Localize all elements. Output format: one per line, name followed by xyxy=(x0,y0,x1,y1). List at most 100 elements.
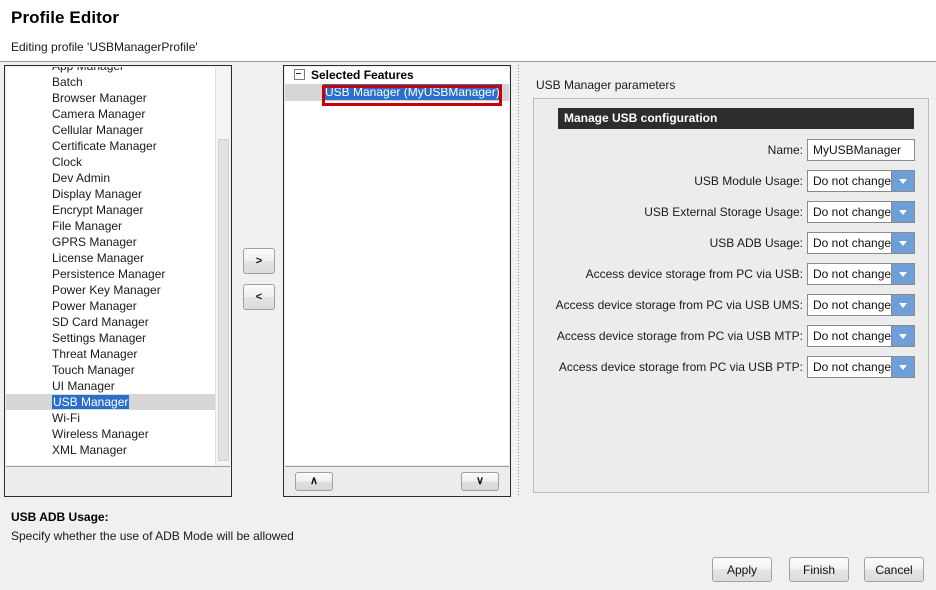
page-subtitle: Editing profile 'USBManagerProfile' xyxy=(11,40,198,54)
list-item-label: SD Card Manager xyxy=(52,315,149,329)
parameter-dropdown[interactable]: Do not change xyxy=(807,201,915,223)
parameter-dropdown-value: Do not change xyxy=(813,298,892,312)
list-item[interactable]: Display Manager xyxy=(6,186,216,202)
parameter-label: Access device storage from PC via USB: xyxy=(585,267,803,281)
list-item[interactable]: App Manager xyxy=(6,67,216,74)
list-item-label: License Manager xyxy=(52,251,145,265)
parameter-row: Name: MyUSBManager xyxy=(534,137,930,168)
list-item-label: Threat Manager xyxy=(52,347,138,361)
available-features-panel-footer xyxy=(6,466,230,495)
move-down-button[interactable]: ∨ xyxy=(461,472,499,491)
chevron-down-icon[interactable] xyxy=(891,295,914,315)
list-item-label: Settings Manager xyxy=(52,331,147,345)
chevron-down-icon[interactable] xyxy=(891,202,914,222)
list-item[interactable]: XML Manager xyxy=(6,442,216,458)
parameter-dropdown[interactable]: Do not change xyxy=(807,232,915,254)
name-input[interactable]: MyUSBManager xyxy=(807,139,915,161)
list-item-label: Browser Manager xyxy=(52,91,147,105)
chevron-down-icon[interactable] xyxy=(891,326,914,346)
parameter-row: Access device storage from PC via USB: Do… xyxy=(534,261,930,292)
remove-feature-button[interactable]: < xyxy=(243,284,275,310)
available-features-list[interactable]: App Manager Batch Browser Manager Camera Ma… xyxy=(6,67,230,465)
list-item[interactable]: Dev Admin xyxy=(6,170,216,186)
parameter-row: USB Module Usage: Do not change xyxy=(534,168,930,199)
parameter-dropdown-value: Do not change xyxy=(813,360,892,374)
list-item-label: Dev Admin xyxy=(52,171,111,185)
panel-splitter[interactable] xyxy=(515,65,522,497)
scrollbar-thumb[interactable] xyxy=(218,139,229,461)
list-item[interactable]: Power Manager xyxy=(6,298,216,314)
parameter-dropdown-value: Do not change xyxy=(813,267,892,281)
list-item-label: Persistence Manager xyxy=(52,267,166,281)
available-features-panel: App Manager Batch Browser Manager Camera Ma… xyxy=(4,65,232,497)
list-item[interactable]: SD Card Manager xyxy=(6,314,216,330)
list-item[interactable]: Power Key Manager xyxy=(6,282,216,298)
list-item[interactable]: Encrypt Manager xyxy=(6,202,216,218)
tree-root-node[interactable]: Selected Features xyxy=(285,67,509,84)
list-item[interactable]: USB Manager xyxy=(6,394,216,410)
chevron-down-icon[interactable] xyxy=(891,171,914,191)
help-title: USB ADB Usage: xyxy=(11,510,109,524)
list-item[interactable]: Wi-Fi xyxy=(6,410,216,426)
list-item[interactable]: Batch xyxy=(6,74,216,90)
parameters-group-header: Manage USB configuration xyxy=(558,108,914,129)
chevron-down-icon[interactable] xyxy=(891,233,914,253)
list-item[interactable]: Certificate Manager xyxy=(6,138,216,154)
parameter-dropdown[interactable]: Do not change xyxy=(807,294,915,316)
list-item[interactable]: Settings Manager xyxy=(6,330,216,346)
list-item-label: Wireless Manager xyxy=(52,427,149,441)
list-item[interactable]: Cellular Manager xyxy=(6,122,216,138)
parameter-dropdown[interactable]: Do not change xyxy=(807,263,915,285)
list-item-label: File Manager xyxy=(52,219,123,233)
list-item[interactable]: Persistence Manager xyxy=(6,266,216,282)
add-feature-button[interactable]: > xyxy=(243,248,275,274)
list-item[interactable]: File Manager xyxy=(6,218,216,234)
parameter-row: Access device storage from PC via USB UM… xyxy=(534,292,930,323)
apply-button[interactable]: Apply xyxy=(712,557,772,582)
parameter-label: Access device storage from PC via USB PT… xyxy=(558,360,803,374)
chevron-down-icon[interactable] xyxy=(891,357,914,377)
selected-features-panel-footer: ∧ ∨ xyxy=(285,466,509,495)
list-item-label: Display Manager xyxy=(52,187,143,201)
list-item[interactable]: License Manager xyxy=(6,250,216,266)
dialog-footer: Apply Finish Cancel xyxy=(0,548,936,590)
chevron-down-icon[interactable] xyxy=(891,264,914,284)
wizard-header: Profile Editor Editing profile 'USBManag… xyxy=(0,0,936,62)
parameter-dropdown[interactable]: Do not change xyxy=(807,356,915,378)
move-up-button[interactable]: ∧ xyxy=(295,472,333,491)
parameter-dropdown-value: Do not change xyxy=(813,329,892,343)
selected-features-panel: Selected Features USB Manager (MyUSBMana… xyxy=(283,65,511,497)
list-item-label: Encrypt Manager xyxy=(52,203,144,217)
collapse-minus-icon[interactable] xyxy=(294,69,305,81)
available-features-rows: App Manager Batch Browser Manager Camera Ma… xyxy=(6,67,216,458)
cancel-button[interactable]: Cancel xyxy=(864,557,924,582)
editor-body: App Manager Batch Browser Manager Camera Ma… xyxy=(0,63,936,590)
list-item-label: Power Manager xyxy=(52,299,137,313)
list-item[interactable]: GPRS Manager xyxy=(6,234,216,250)
list-item[interactable]: Threat Manager xyxy=(6,346,216,362)
tree-child-label: USB Manager (MyUSBManager) xyxy=(323,84,502,100)
parameter-label: USB Module Usage: xyxy=(694,174,803,188)
parameter-label: USB ADB Usage: xyxy=(709,236,803,250)
available-features-scrollbar[interactable] xyxy=(215,67,230,465)
parameter-dropdown[interactable]: Do not change xyxy=(807,170,915,192)
selected-features-tree[interactable]: Selected Features USB Manager (MyUSBMana… xyxy=(285,67,509,465)
list-item[interactable]: Touch Manager xyxy=(6,362,216,378)
parameter-row: USB External Storage Usage: Do not change xyxy=(534,199,930,230)
parameter-dropdown-value: Do not change xyxy=(813,205,892,219)
list-item-label: Certificate Manager xyxy=(52,139,157,153)
list-item[interactable]: Clock xyxy=(6,154,216,170)
parameter-row: Access device storage from PC via USB PT… xyxy=(534,354,930,385)
list-item[interactable]: Camera Manager xyxy=(6,106,216,122)
parameters-panel: USB Manager parameters Manage USB config… xyxy=(528,65,932,497)
tree-child-node-usb-manager[interactable]: USB Manager (MyUSBManager) xyxy=(285,84,509,101)
parameters-group-box: Manage USB configuration Name: MyUSBManag… xyxy=(533,98,929,493)
list-item-label: App Manager xyxy=(52,67,124,73)
list-item[interactable]: Browser Manager xyxy=(6,90,216,106)
parameter-dropdown[interactable]: Do not change xyxy=(807,325,915,347)
list-item[interactable]: UI Manager xyxy=(6,378,216,394)
parameter-row: Access device storage from PC via USB MT… xyxy=(534,323,930,354)
finish-button[interactable]: Finish xyxy=(789,557,849,582)
list-item[interactable]: Wireless Manager xyxy=(6,426,216,442)
page-title: Profile Editor xyxy=(11,8,120,27)
